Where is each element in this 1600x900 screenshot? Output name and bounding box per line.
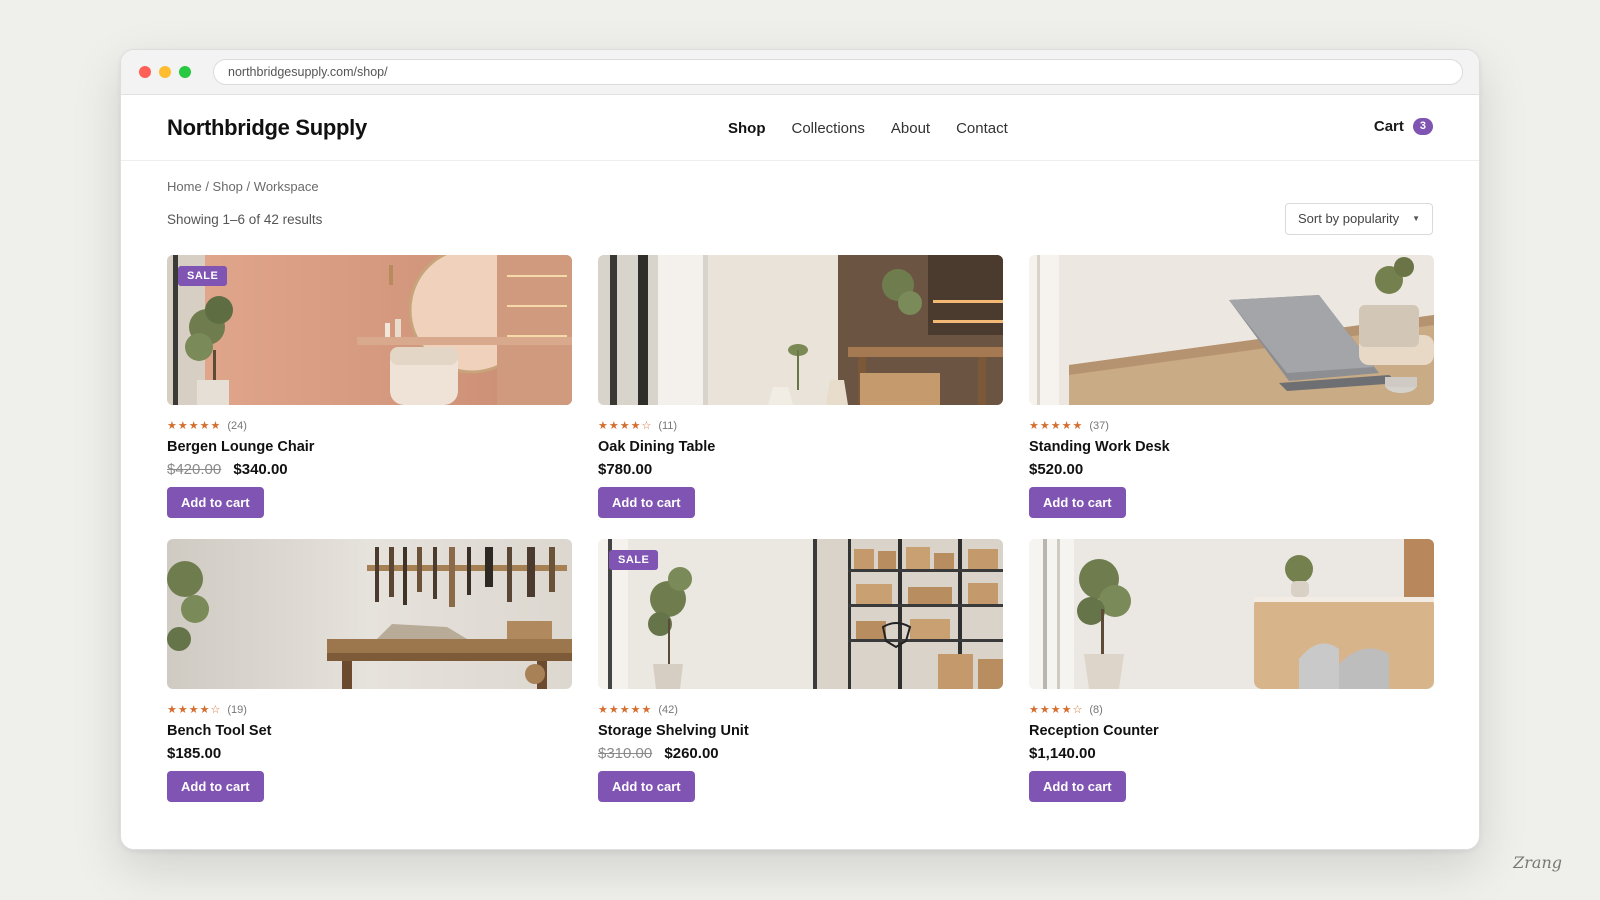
star-rating-icon: ★★★★☆	[598, 420, 653, 432]
product-title[interactable]: Bergen Lounge Chair	[167, 439, 572, 455]
product-price: $1,140.00	[1029, 745, 1434, 762]
close-window-button[interactable]	[139, 66, 151, 78]
product-card: ★★★★☆ (19) Bench Tool Set $185.00 Add to…	[167, 539, 572, 802]
review-count: (19)	[227, 703, 247, 716]
product-title[interactable]: Oak Dining Table	[598, 439, 1003, 455]
product-price: $310.00 $260.00	[598, 745, 1003, 762]
product-rating: ★★★★★ (24)	[167, 419, 572, 433]
product-rating: ★★★★☆ (8)	[1029, 703, 1434, 717]
caret-down-icon: ▼	[1412, 214, 1420, 223]
browser-window: northbridgesupply.com/shop/ Northbridge …	[120, 49, 1480, 850]
address-bar[interactable]: northbridgesupply.com/shop/	[213, 59, 1463, 85]
site-header: Northbridge Supply Shop Collections Abou…	[121, 95, 1479, 161]
results-count: Showing 1–6 of 42 results	[167, 212, 323, 227]
product-rating: ★★★★★ (37)	[1029, 419, 1434, 433]
add-to-cart-button[interactable]: Add to cart	[167, 771, 264, 802]
review-count: (37)	[1089, 419, 1109, 432]
browser-chrome: northbridgesupply.com/shop/	[121, 50, 1479, 95]
nav-shop[interactable]: Shop	[728, 120, 766, 137]
product-card: ★★★★☆ (11) Oak Dining Table $780.00 Add …	[598, 255, 1003, 518]
star-rating-icon: ★★★★★	[598, 704, 653, 716]
lounge-chair-scene-image	[167, 255, 572, 405]
product-rating: ★★★★★ (42)	[598, 703, 1003, 717]
product-price: $780.00	[598, 461, 1003, 478]
breadcrumb-current: Workspace	[253, 179, 319, 194]
breadcrumb: Home / Shop / Workspace	[167, 179, 319, 194]
product-card: ★★★★★ (37) Standing Work Desk $520.00 Ad…	[1029, 255, 1434, 518]
product-image[interactable]	[167, 539, 572, 689]
nav-contact[interactable]: Contact	[956, 120, 1008, 137]
star-rating-icon: ★★★★★	[1029, 420, 1084, 432]
original-price: $310.00	[598, 745, 653, 762]
sale-price: $340.00	[233, 461, 288, 478]
sale-badge: SALE	[178, 266, 228, 286]
product-price: $520.00	[1029, 461, 1434, 478]
product-price: $185.00	[167, 745, 572, 762]
main-nav: Shop Collections About Contact	[728, 120, 1008, 137]
product-card: ★★★★☆ (8) Reception Counter $1,140.00 Ad…	[1029, 539, 1434, 802]
product-image[interactable]: SALE	[167, 255, 572, 405]
cart-label: Cart	[1373, 118, 1404, 135]
cart-count-badge: 3	[1412, 118, 1433, 135]
reception-counter-scene-image	[1029, 539, 1434, 689]
product-image[interactable]	[1029, 539, 1434, 689]
product-title[interactable]: Reception Counter	[1029, 723, 1434, 739]
review-count: (8)	[1089, 703, 1103, 716]
breadcrumb-separator: /	[205, 179, 213, 194]
product-grid: SALE ★★★★★ (24) Bergen Lounge Chair $420…	[167, 255, 1434, 802]
sale-badge: SALE	[609, 550, 659, 570]
review-count: (24)	[227, 419, 247, 432]
maximize-window-button[interactable]	[179, 66, 191, 78]
price: $185.00	[167, 745, 222, 762]
site-logo[interactable]: Northbridge Supply	[167, 115, 367, 141]
breadcrumb-home[interactable]: Home	[167, 179, 202, 194]
product-image[interactable]	[1029, 255, 1434, 405]
product-card: SALE ★★★★★ (24) Bergen Lounge Chair $420…	[167, 255, 572, 518]
product-image[interactable]	[598, 255, 1003, 405]
dining-table-scene-image	[598, 255, 1003, 405]
sort-select[interactable]: Sort by popularity ▼	[1285, 203, 1433, 235]
product-rating: ★★★★☆ (11)	[598, 419, 1003, 433]
product-title[interactable]: Storage Shelving Unit	[598, 723, 1003, 739]
shelving-unit-scene-image	[598, 539, 1003, 689]
add-to-cart-button[interactable]: Add to cart	[1029, 771, 1126, 802]
price: $1,140.00	[1029, 745, 1096, 762]
cart-link[interactable]: Cart 3	[1374, 118, 1433, 135]
add-to-cart-button[interactable]: Add to cart	[1029, 487, 1126, 518]
product-title[interactable]: Bench Tool Set	[167, 723, 572, 739]
nav-collections[interactable]: Collections	[792, 120, 865, 137]
product-image[interactable]: SALE	[598, 539, 1003, 689]
product-card: SALE ★★★★★ (42) Storage Shelving Unit $3…	[598, 539, 1003, 802]
product-price: $420.00 $340.00	[167, 461, 572, 478]
star-rating-icon: ★★★★☆	[1029, 704, 1084, 716]
minimize-window-button[interactable]	[159, 66, 171, 78]
watermark-logo: Zrang	[1513, 853, 1562, 872]
add-to-cart-button[interactable]: Add to cart	[598, 771, 695, 802]
price: $780.00	[598, 461, 653, 478]
original-price: $420.00	[167, 461, 222, 478]
star-rating-icon: ★★★★★	[167, 420, 222, 432]
work-desk-scene-image	[1029, 255, 1434, 405]
add-to-cart-button[interactable]: Add to cart	[167, 487, 264, 518]
nav-about[interactable]: About	[891, 120, 930, 137]
price: $520.00	[1029, 461, 1084, 478]
review-count: (11)	[658, 419, 678, 432]
star-rating-icon: ★★★★☆	[167, 704, 222, 716]
add-to-cart-button[interactable]: Add to cart	[598, 487, 695, 518]
sort-selected-value: Sort by popularity	[1298, 211, 1400, 226]
product-title[interactable]: Standing Work Desk	[1029, 439, 1434, 455]
product-rating: ★★★★☆ (19)	[167, 703, 572, 717]
breadcrumb-separator: /	[246, 179, 254, 194]
tool-bench-scene-image	[167, 539, 572, 689]
review-count: (42)	[658, 703, 678, 716]
breadcrumb-shop[interactable]: Shop	[213, 179, 243, 194]
sale-price: $260.00	[664, 745, 719, 762]
